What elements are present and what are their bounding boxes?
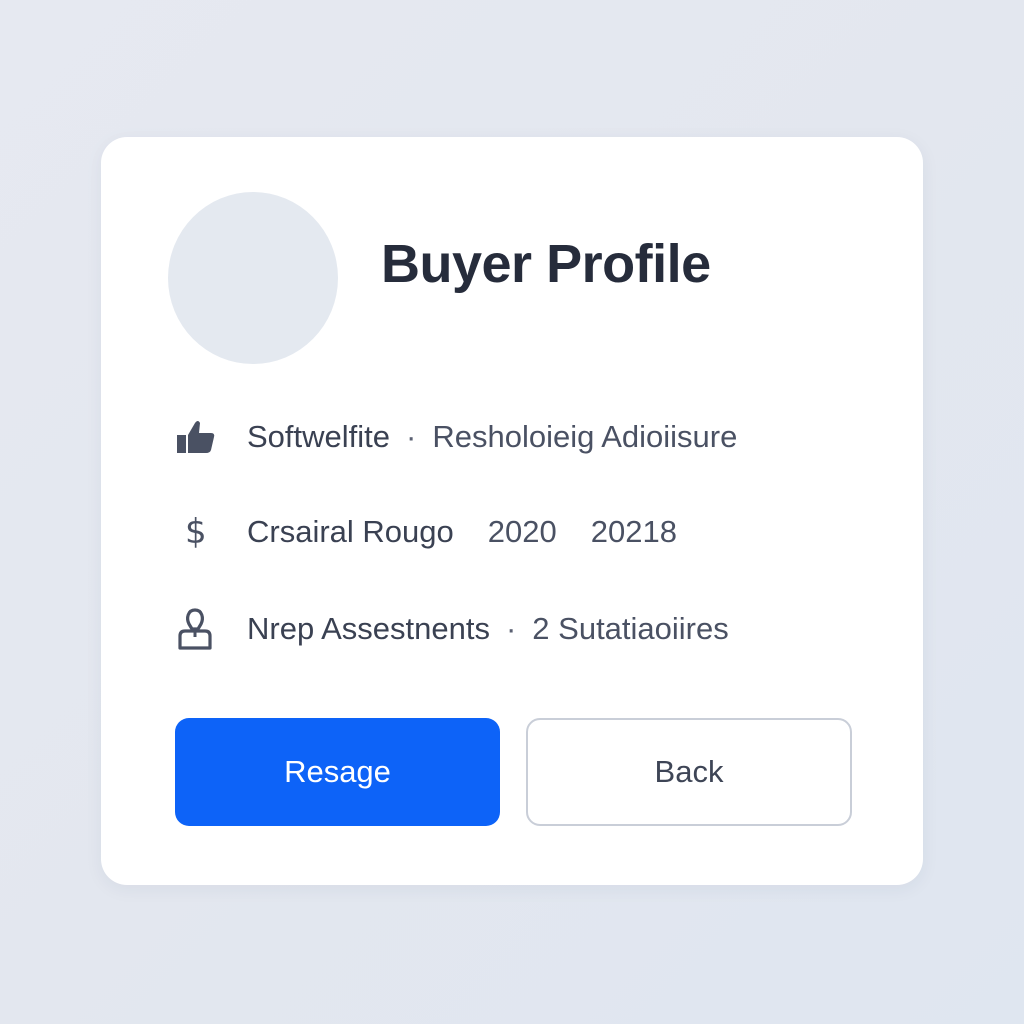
row-separator: ·	[406, 419, 417, 454]
page-title: Buyer Profile	[381, 234, 711, 294]
dollar-icon: $	[175, 507, 225, 557]
row-separator: ·	[505, 611, 517, 646]
dollar-glyph: $	[185, 512, 207, 552]
row-label: Nrep Assestnents	[247, 611, 490, 646]
user-badge-icon	[175, 604, 225, 654]
row-value: Resholoieig Adioiisure	[432, 419, 738, 454]
row-label: Softwelfite	[247, 419, 391, 454]
row-value: 2 Sutatiaoiires	[532, 611, 729, 646]
resage-button[interactable]: Resage	[175, 718, 500, 826]
info-row-3: Nrep Assestnents · 2 Sutatiaoiires	[175, 604, 729, 654]
info-row-2: $ Crsairal Rougo 2020 20218	[175, 507, 677, 557]
avatar	[168, 192, 338, 364]
row-value-a: 2020	[487, 514, 557, 549]
thumbs-up-icon	[175, 412, 225, 462]
info-row-1: Softwelfite · Resholoieig Adioiisure	[175, 412, 737, 462]
profile-card: Buyer Profile Softwelfite · Resholoieig …	[101, 137, 923, 885]
row-value-b: 20218	[590, 514, 677, 549]
row-label: Crsairal Rougo	[247, 514, 454, 549]
back-button[interactable]: Back	[526, 718, 852, 826]
